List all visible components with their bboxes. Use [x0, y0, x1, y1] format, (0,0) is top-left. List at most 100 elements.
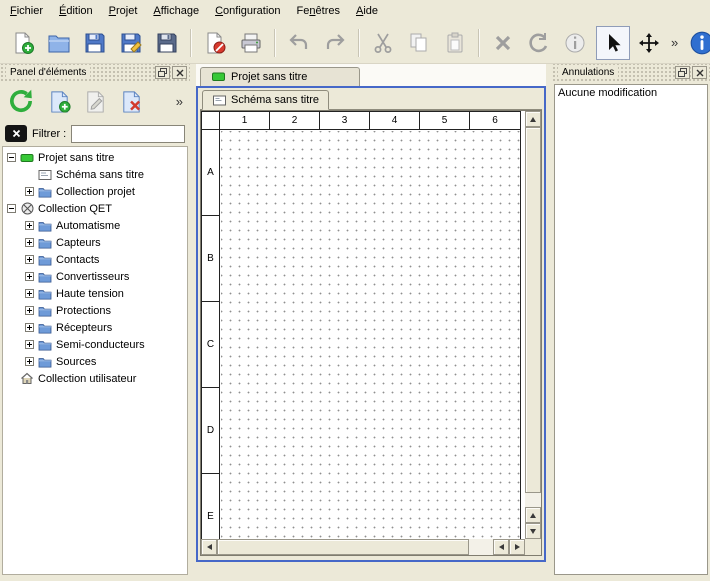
diagram-canvas[interactable]: [221, 131, 520, 556]
menu-item-fenetres[interactable]: Fenêtres: [289, 0, 348, 22]
scroll-left-button[interactable]: [201, 539, 217, 555]
pan-mode-button[interactable]: [632, 26, 666, 60]
reload-collections-button[interactable]: [4, 84, 38, 118]
help-info-button[interactable]: [685, 26, 710, 60]
print-button[interactable]: [234, 26, 268, 60]
project-tab[interactable]: Projet sans titre: [200, 67, 360, 86]
tree-item-collection-utilisateur[interactable]: Collection utilisateur: [3, 370, 187, 387]
diagram-view[interactable]: 1 2 3 4 5 6 A B C D E: [200, 110, 542, 556]
panel-toolbar-overflow-button[interactable]: »: [173, 86, 186, 116]
redo-icon: [323, 31, 347, 55]
folder-icon: [38, 338, 52, 351]
expand-expander[interactable]: [25, 255, 34, 264]
tree-item-automatisme[interactable]: Automatisme: [3, 217, 187, 234]
filter-input[interactable]: [71, 125, 185, 143]
new-element-button[interactable]: [44, 86, 74, 116]
tree-item-protections[interactable]: Protections: [3, 302, 187, 319]
expand-expander[interactable]: [25, 340, 34, 349]
info-disabled-icon: [563, 31, 587, 55]
tree-item-sources[interactable]: Sources: [3, 353, 187, 370]
scroll-up-button[interactable]: [525, 111, 541, 127]
element-info-button[interactable]: [558, 26, 592, 60]
expand-expander[interactable]: [25, 221, 34, 230]
expand-expander[interactable]: [25, 357, 34, 366]
expand-expander[interactable]: [25, 238, 34, 247]
save-button[interactable]: [78, 26, 112, 60]
close-icon: [696, 69, 704, 77]
undo-list-item[interactable]: Aucune modification: [555, 85, 707, 101]
scroll-up-button-secondary[interactable]: [525, 507, 541, 523]
horizontal-scroll-thumb[interactable]: [217, 539, 469, 555]
new-document-button[interactable]: [6, 26, 40, 60]
scroll-down-button[interactable]: [525, 523, 541, 539]
horizontal-scroll-track[interactable]: [469, 539, 493, 555]
scroll-right-button[interactable]: [509, 539, 525, 555]
diagram-tab-bar: Schéma sans titre: [200, 90, 542, 110]
tree-item-convertisseurs[interactable]: Convertisseurs: [3, 268, 187, 285]
expand-expander[interactable]: [25, 187, 34, 196]
tree-item-collection-projet[interactable]: Collection projet: [3, 183, 187, 200]
copy-button[interactable]: [402, 26, 436, 60]
open-folder-icon: [47, 31, 71, 55]
menu-item-edition[interactable]: Édition: [51, 0, 101, 22]
tree-item-label: Protections: [56, 305, 111, 317]
info-blue-icon: [689, 30, 710, 56]
edit-element-button[interactable]: [80, 86, 110, 116]
delete-element-button[interactable]: [116, 86, 146, 116]
open-project-button[interactable]: [42, 26, 76, 60]
menu-item-affichage[interactable]: Affichage: [145, 0, 207, 22]
expand-expander[interactable]: [25, 272, 34, 281]
tree-item-collection-qet[interactable]: Collection QET: [3, 200, 187, 217]
horizontal-scrollbar[interactable]: [201, 539, 525, 555]
tree-item-semi-conducteurs[interactable]: Semi-conducteurs: [3, 336, 187, 353]
undo-panel-title: Annulations: [558, 67, 618, 78]
expand-expander[interactable]: [25, 306, 34, 315]
vertical-scrollbar[interactable]: [525, 111, 541, 539]
float-panel-button[interactable]: [155, 66, 170, 79]
elements-tree: Projet sans titre Schéma sans titre Coll…: [2, 146, 188, 575]
save-as-button[interactable]: [114, 26, 148, 60]
undo-panel-titlebar[interactable]: Annulations: [552, 64, 710, 81]
rotate-button[interactable]: [522, 26, 556, 60]
clear-filter-button[interactable]: [5, 125, 27, 142]
delete-button[interactable]: [486, 26, 520, 60]
close-panel-button[interactable]: [172, 66, 187, 79]
menu-item-fichier[interactable]: Fichier: [2, 0, 51, 22]
undo-button[interactable]: [282, 26, 316, 60]
float-panel-button[interactable]: [675, 66, 690, 79]
close-panel-button[interactable]: [692, 66, 707, 79]
collapse-expander[interactable]: [7, 204, 16, 213]
new-element-icon: [47, 89, 72, 114]
diagram-tab[interactable]: Schéma sans titre: [202, 90, 329, 110]
expand-expander[interactable]: [25, 289, 34, 298]
menu-label: C: [215, 5, 223, 17]
print-icon: [239, 31, 263, 55]
expand-expander[interactable]: [25, 323, 34, 332]
tree-item-projet-sans-titre[interactable]: Projet sans titre: [3, 149, 187, 166]
menu-label: ide: [363, 5, 378, 17]
tree-item-schema-sans-titre[interactable]: Schéma sans titre: [3, 166, 187, 183]
menu-item-projet[interactable]: Projet: [101, 0, 146, 22]
vertical-scroll-thumb[interactable]: [525, 127, 541, 493]
menu-label: É: [59, 5, 66, 17]
close-file-button[interactable]: [198, 26, 232, 60]
delete-icon: [491, 31, 515, 55]
tree-item-capteurs[interactable]: Capteurs: [3, 234, 187, 251]
select-mode-button[interactable]: [596, 26, 630, 60]
paste-button[interactable]: [438, 26, 472, 60]
toolbar-overflow-button[interactable]: »: [668, 28, 681, 58]
tree-item-label: Semi-conducteurs: [56, 339, 145, 351]
redo-button[interactable]: [318, 26, 352, 60]
tree-item-contacts[interactable]: Contacts: [3, 251, 187, 268]
elements-panel-titlebar[interactable]: Panel d'éléments: [0, 64, 190, 81]
cut-button[interactable]: [366, 26, 400, 60]
tree-item-recepteurs[interactable]: Récepteurs: [3, 319, 187, 336]
vertical-scroll-track[interactable]: [525, 493, 541, 507]
collapse-expander[interactable]: [7, 153, 16, 162]
save-all-button[interactable]: [150, 26, 184, 60]
row-header: B: [202, 216, 219, 302]
scroll-left-button-secondary[interactable]: [493, 539, 509, 555]
menu-item-aide[interactable]: Aide: [348, 0, 386, 22]
tree-item-haute-tension[interactable]: Haute tension: [3, 285, 187, 302]
menu-item-configuration[interactable]: Configuration: [207, 0, 288, 22]
